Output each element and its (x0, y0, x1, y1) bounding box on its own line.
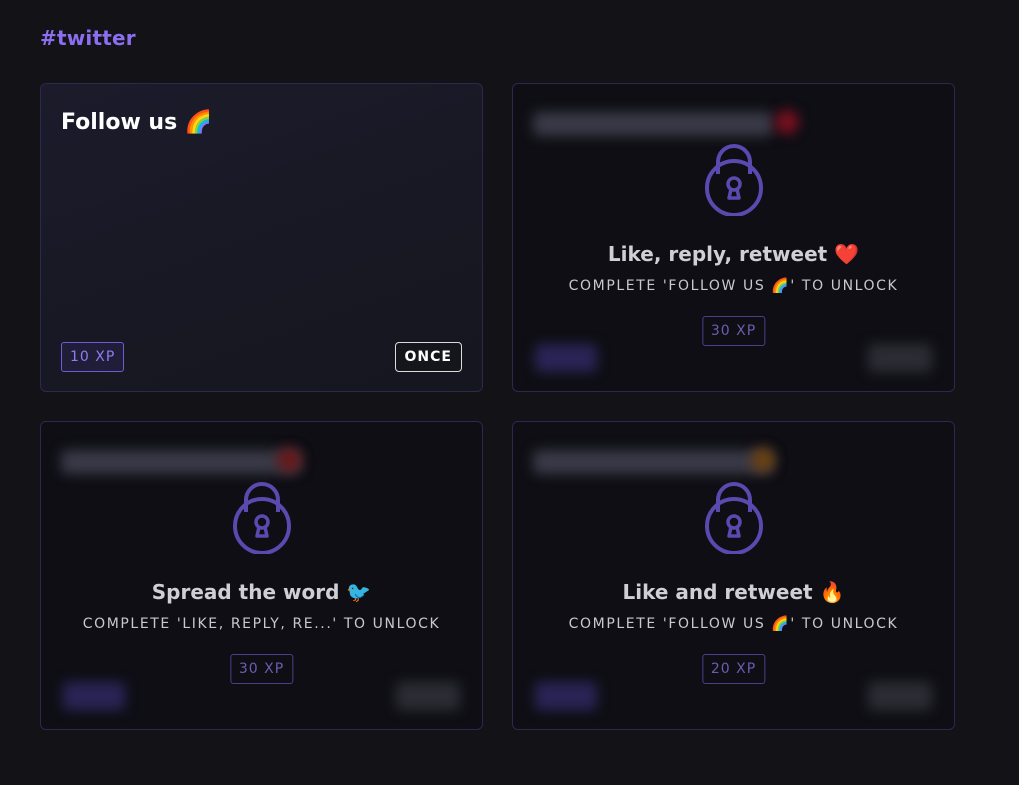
quest-card-spread-the-word: Spread the word 🐦 COMPLETE 'LIKE, REPLY,… (40, 421, 483, 730)
lock-icon (704, 482, 763, 554)
lock-icon (704, 144, 763, 216)
quest-title: Like and retweet 🔥 (622, 580, 845, 604)
lock-overlay: Like and retweet 🔥 COMPLETE 'FOLLOW US 🌈… (513, 422, 954, 729)
quest-title: Follow us 🌈 (61, 110, 213, 135)
xp-badge: 10 XP (61, 342, 125, 372)
quest-card-like-and-retweet: Like and retweet 🔥 COMPLETE 'FOLLOW US 🌈… (512, 421, 955, 730)
lock-overlay: Spread the word 🐦 COMPLETE 'LIKE, REPLY,… (41, 422, 482, 729)
xp-badge: 20 XP (701, 654, 766, 684)
quest-title: Like, reply, retweet ❤️ (607, 242, 860, 266)
unlock-requirement: COMPLETE 'LIKE, REPLY, RE...' TO UNLOCK (82, 616, 441, 632)
lock-icon (232, 482, 291, 554)
quest-title: Spread the word 🐦 (151, 580, 372, 604)
lock-overlay: Like, reply, retweet ❤️ COMPLETE 'FOLLOW… (513, 84, 954, 391)
unlock-requirement: COMPLETE 'FOLLOW US 🌈' TO UNLOCK (568, 278, 899, 294)
quest-card-like-reply-retweet: Like, reply, retweet ❤️ COMPLETE 'FOLLOW… (512, 83, 955, 392)
xp-badge: 30 XP (229, 654, 294, 684)
xp-badge: 30 XP (701, 316, 766, 346)
frequency-badge: ONCE (394, 342, 462, 372)
section-title: #twitter (40, 26, 136, 50)
unlock-requirement: COMPLETE 'FOLLOW US 🌈' TO UNLOCK (568, 616, 899, 632)
quest-card-follow-us[interactable]: Follow us 🌈 10 XP ONCE (40, 83, 483, 392)
